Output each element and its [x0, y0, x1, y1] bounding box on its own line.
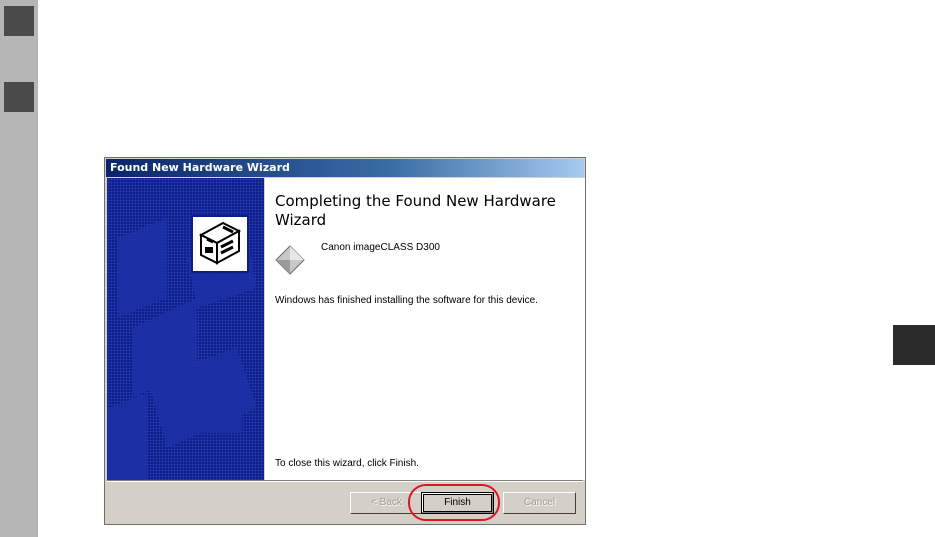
device-diamond-icon [275, 245, 305, 275]
wizard-heading: Completing the Found New Hardware Wizard [275, 192, 556, 229]
wizard-sidebar-graphic [107, 178, 264, 480]
button-area-divider [107, 480, 583, 482]
hardware-card-icon [191, 215, 249, 273]
finished-message: Windows has finished installing the soft… [275, 295, 538, 306]
window-title: Found New Hardware Wizard [110, 161, 290, 174]
device-name-label: Canon imageCLASS D300 [321, 242, 440, 253]
finish-highlight-circle [408, 484, 500, 521]
right-margin-tab [893, 325, 935, 365]
wizard-content-panel: Completing the Found New Hardware Wizard… [265, 178, 585, 480]
left-margin-strip [0, 0, 38, 537]
title-bar[interactable]: Found New Hardware Wizard [106, 159, 584, 177]
margin-marker [4, 6, 34, 36]
found-new-hardware-dialog: Found New Hardware Wizard Completing the… [104, 157, 586, 525]
close-instruction: To close this wizard, click Finish. [275, 458, 419, 469]
margin-marker [4, 82, 34, 112]
cancel-button[interactable]: Cancel [503, 492, 576, 514]
